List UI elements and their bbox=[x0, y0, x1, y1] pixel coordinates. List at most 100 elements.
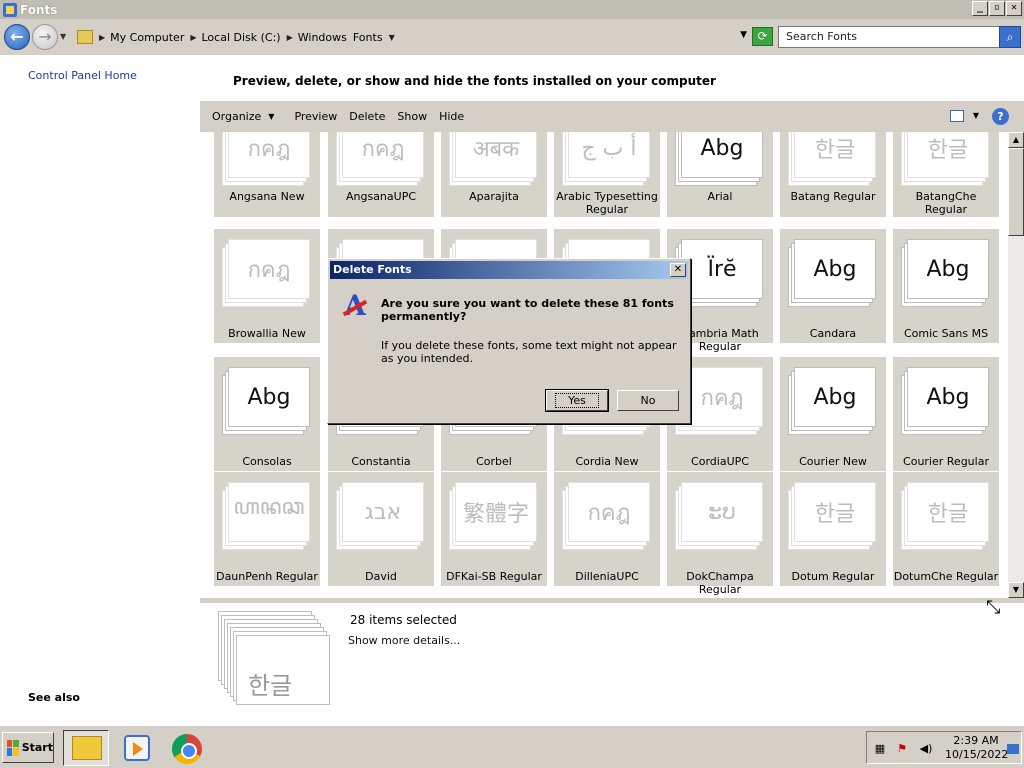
dialog-close-button[interactable]: ✕ bbox=[670, 263, 686, 277]
font-tile[interactable]: Abg Candara bbox=[780, 229, 886, 343]
start-label: Start bbox=[21, 741, 53, 754]
font-tile[interactable]: Abg Comic Sans MS bbox=[893, 229, 999, 343]
back-arrow-icon: ← bbox=[10, 27, 24, 46]
font-tile[interactable]: กคฎ Angsana New bbox=[214, 132, 320, 217]
font-preview-icon: 繁體字 bbox=[449, 480, 537, 550]
left-nav-panel: Control Panel Home See also bbox=[0, 55, 200, 725]
chevron-right-icon[interactable]: ▶ bbox=[99, 33, 105, 42]
change-view-icon[interactable] bbox=[950, 110, 964, 122]
address-bar[interactable]: ▶ My Computer ▶ Local Disk (C:) ▶ Windows F… bbox=[73, 26, 749, 48]
no-button[interactable]: No bbox=[617, 390, 679, 411]
font-tile[interactable]: กคฎ AngsanaUPC bbox=[328, 132, 434, 217]
recent-pages-dropdown[interactable]: ▼ bbox=[60, 32, 66, 41]
taskbar-chrome[interactable] bbox=[163, 730, 209, 766]
font-preview-icon: 한글 bbox=[788, 480, 876, 550]
view-options-dropdown[interactable]: ▼ bbox=[973, 111, 979, 120]
font-sample: กคฎ bbox=[587, 500, 631, 526]
show-button[interactable]: Show bbox=[397, 110, 427, 123]
start-button[interactable]: Start bbox=[2, 732, 54, 763]
font-sample: กคฎ bbox=[247, 136, 291, 162]
help-icon[interactable]: ? bbox=[992, 108, 1009, 125]
font-tile[interactable]: अबक Aparajita bbox=[441, 132, 547, 217]
scroll-down-arrow[interactable]: ▼ bbox=[1008, 582, 1024, 598]
chevron-right-icon[interactable]: ▶ bbox=[287, 33, 293, 42]
font-sample: ະບ bbox=[708, 499, 736, 525]
font-name: DaunPenh Regular bbox=[216, 570, 318, 583]
search-button[interactable]: ⌕ bbox=[999, 26, 1021, 48]
font-tile[interactable]: אבג David bbox=[328, 472, 434, 586]
breadcrumb: ▶ Windows bbox=[287, 31, 347, 44]
restore-button[interactable]: ▫ bbox=[989, 1, 1005, 16]
font-tile[interactable]: กคฎ Browallia New bbox=[214, 229, 320, 343]
action-center-icon[interactable]: ⚑ bbox=[895, 742, 909, 756]
font-tile[interactable]: 한글 Dotum Regular bbox=[780, 472, 886, 586]
fonts-folder-icon bbox=[77, 30, 93, 44]
search-input[interactable]: Search Fonts ⌕ bbox=[778, 26, 1021, 48]
control-panel-home-link[interactable]: Control Panel Home bbox=[28, 69, 137, 82]
font-preview-icon: Abg bbox=[901, 237, 989, 307]
font-name: Constantia bbox=[351, 455, 411, 468]
font-tile[interactable]: 繁體字 DFKai-SB Regular bbox=[441, 472, 547, 586]
font-tile[interactable]: 한글 BatangChe Regular bbox=[893, 132, 999, 217]
forward-button[interactable]: → bbox=[32, 24, 58, 50]
dialog-message: Are you sure you want to delete these 81… bbox=[381, 297, 674, 323]
vertical-scrollbar[interactable]: ▲ ▼ bbox=[1008, 132, 1024, 598]
font-sample: กคฎ bbox=[247, 257, 291, 283]
refresh-button[interactable]: ⟳ bbox=[752, 27, 773, 46]
address-dropdown-icon[interactable]: ▼ bbox=[740, 30, 747, 40]
font-name: BatangChe Regular bbox=[915, 190, 977, 216]
taskbar-media-player[interactable] bbox=[113, 730, 159, 766]
font-name: CordiaUPC bbox=[691, 455, 749, 468]
font-name: Courier Regular bbox=[903, 455, 989, 468]
clock[interactable]: 2:39 AM 10/15/2022 bbox=[945, 734, 1008, 762]
font-tile[interactable]: أ ب ج Arabic Typesetting Regular bbox=[554, 132, 660, 217]
scroll-up-arrow[interactable]: ▲ bbox=[1008, 132, 1024, 148]
chevron-right-icon[interactable]: ▶ bbox=[190, 33, 196, 42]
show-desktop-icon[interactable] bbox=[1007, 744, 1019, 754]
font-sample: 한글 bbox=[814, 138, 856, 163]
clock-time: 2:39 AM bbox=[953, 734, 999, 747]
hide-button[interactable]: Hide bbox=[439, 110, 464, 123]
yes-button[interactable]: Yes bbox=[545, 389, 609, 412]
breadcrumb-fonts[interactable]: Fonts bbox=[353, 31, 383, 44]
font-preview-icon: Abg bbox=[788, 365, 876, 435]
font-name: Courier New bbox=[799, 455, 867, 468]
organize-button[interactable]: Organize ▼ bbox=[212, 110, 274, 123]
preview-button[interactable]: Preview bbox=[294, 110, 337, 123]
delete-button[interactable]: Delete bbox=[349, 110, 385, 123]
volume-icon[interactable]: ◀) bbox=[919, 742, 933, 756]
font-sample: Abg bbox=[700, 135, 744, 161]
font-sample: ꦲꦤꦕ bbox=[233, 494, 305, 520]
chevron-down-icon[interactable]: ▼ bbox=[389, 33, 395, 42]
font-tile[interactable]: ະບ DokChampa Regular bbox=[667, 472, 773, 596]
breadcrumb: ▶ Local Disk (C:) bbox=[190, 31, 280, 44]
font-tile[interactable]: กคฎ DilleniaUPC bbox=[554, 472, 660, 586]
taskbar-explorer[interactable] bbox=[63, 730, 109, 766]
back-button[interactable]: ← bbox=[4, 24, 30, 50]
yes-label: Yes bbox=[555, 393, 599, 408]
font-name: Arial bbox=[707, 190, 733, 203]
close-window-button[interactable]: ✕ bbox=[1006, 1, 1022, 16]
font-tile[interactable]: Abg Arial bbox=[667, 132, 773, 217]
show-more-details-link[interactable]: Show more details... bbox=[348, 634, 460, 647]
command-bar: Organize ▼ Preview Delete Show Hide ▼ ? bbox=[200, 101, 1024, 132]
font-tile[interactable]: Abg Consolas bbox=[214, 357, 320, 471]
font-tile[interactable]: 한글 DotumChe Regular bbox=[893, 472, 999, 586]
font-name: Cordia New bbox=[575, 455, 639, 468]
fonts-folder-icon bbox=[3, 2, 17, 17]
selection-count: 28 items selected bbox=[350, 613, 457, 627]
breadcrumb-windows[interactable]: Windows bbox=[298, 31, 347, 44]
network-icon[interactable]: ▦ bbox=[873, 742, 887, 756]
font-tile[interactable]: Abg Courier Regular bbox=[893, 357, 999, 471]
font-tile[interactable]: ꦲꦤꦕ DaunPenh Regular bbox=[214, 472, 320, 586]
font-sample: אבג bbox=[364, 499, 402, 525]
scroll-thumb[interactable] bbox=[1008, 148, 1024, 236]
breadcrumb: Fonts ▼ bbox=[353, 31, 400, 44]
font-tile[interactable]: 한글 Batang Regular bbox=[780, 132, 886, 217]
breadcrumb-local-disk[interactable]: Local Disk (C:) bbox=[202, 31, 281, 44]
minimize-button[interactable]: _ bbox=[972, 1, 988, 16]
font-tile[interactable]: Abg Courier New bbox=[780, 357, 886, 471]
font-preview-icon: 한글 bbox=[901, 480, 989, 550]
dialog-warning: If you delete these fonts, some text mig… bbox=[381, 339, 677, 365]
breadcrumb-my-computer[interactable]: My Computer bbox=[110, 31, 184, 44]
